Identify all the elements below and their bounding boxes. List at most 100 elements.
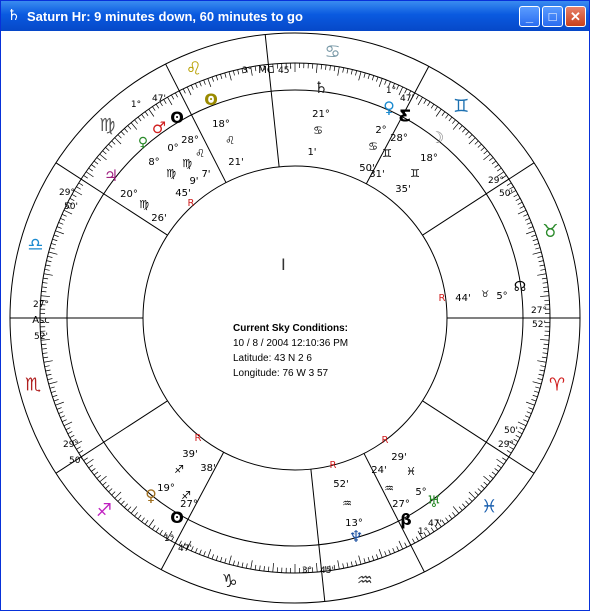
degree-tick [316,563,317,572]
degree-tick [543,348,548,349]
planet-glyph: 35' [395,184,410,195]
cusp-degree-label: 52' [34,332,48,342]
degree-tick [42,353,47,354]
degree-tick [42,283,47,284]
planet-glyph: ʘ [204,90,218,109]
degree-tick [442,112,445,116]
close-button[interactable]: ✕ [565,6,586,27]
degree-tick [54,235,59,237]
degree-tick [187,87,191,95]
degree-tick [49,382,58,384]
degree-tick [520,428,524,430]
info-longitude: Longitude: 76 W 3 57 [233,366,348,381]
degree-tick [397,546,399,551]
planet-glyph: ♐ [174,463,184,476]
degree-tick [427,102,430,106]
zodiac-leo-icon: ♌ [186,59,202,80]
zodiac-sagittarius-icon: ♐ [96,500,112,521]
planet-glyph: ʘ [170,108,184,127]
degree-tick [57,408,62,410]
planet-glyph: 44' [455,293,470,304]
planet-glyph: 9' [189,176,198,187]
degree-tick [418,97,423,105]
degree-tick [45,269,50,270]
planet-glyph: 21° [312,109,330,120]
cusp-degree-label: 1° [386,86,396,96]
degree-tick [525,416,530,418]
degree-tick [183,89,185,93]
degree-tick [42,287,47,288]
planet-glyph: ♋ [368,140,378,153]
degree-tick [91,165,95,168]
degree-tick [118,135,121,139]
degree-tick [195,548,197,553]
degree-tick [347,563,348,568]
degree-tick [520,206,524,208]
degree-tick [389,550,391,555]
degree-tick [355,561,356,566]
degree-tick [79,183,83,186]
planet-glyph: ♆ [349,527,363,546]
degree-tick [59,412,64,414]
degree-tick [103,151,107,154]
cusp-degree-label: 50' [69,456,83,466]
degree-tick [51,391,56,392]
degree-tick [364,558,365,563]
degree-tick [539,261,544,262]
degree-tick [89,465,93,468]
degree-tick [364,73,365,78]
degree-tick [212,77,214,82]
degree-tick [514,194,518,196]
degree-tick [112,141,116,144]
cusp-degree-label: 47' [428,519,442,529]
degree-tick [475,492,479,495]
cusp-degree-label: 47' [178,544,192,554]
degree-tick [416,95,418,99]
planet-glyph: R [382,435,389,446]
degree-tick [52,239,57,241]
degree-tick [91,468,95,471]
degree-tick [483,154,490,160]
degree-tick [481,147,485,150]
degree-tick [45,366,50,367]
degree-tick [534,243,539,244]
degree-tick [526,231,534,234]
degree-tick [452,512,455,516]
degree-tick [41,344,46,345]
title-bar[interactable]: ♄ Saturn Hr: 9 minutes down, 60 minutes … [1,1,589,31]
planet-glyph: 1' [307,147,316,158]
degree-tick [64,422,72,426]
degree-tick [531,235,536,237]
degree-tick [50,248,55,249]
degree-tick [518,202,522,204]
degree-tick [208,78,211,86]
degree-tick [416,537,418,541]
degree-tick [481,485,485,488]
degree-tick [68,431,72,433]
degree-tick [55,402,63,405]
degree-tick [393,548,395,553]
degree-tick [359,556,361,565]
minimize-button[interactable]: _ [519,6,540,27]
degree-tick [156,104,159,108]
degree-tick [86,172,93,177]
house-cusp-line [265,35,279,167]
degree-tick [492,472,496,475]
degree-tick [97,475,101,478]
degree-tick [469,498,472,502]
maximize-button[interactable]: □ [542,6,563,27]
cusp-degree-label: 27° [33,300,49,310]
degree-tick [138,515,141,519]
degree-tick [543,287,548,288]
cusp-degree-label: 50' [499,189,513,199]
degree-tick [338,560,340,569]
degree-tick [334,565,335,570]
degree-tick [251,560,253,569]
planet-glyph: 28° [181,135,199,146]
degree-tick [338,67,340,76]
degree-tick [97,158,101,161]
degree-tick [273,563,274,572]
cusp-degree-label: 27° [531,306,547,316]
degree-tick [462,128,465,132]
zodiac-gemini-icon: ♊ [453,96,469,117]
